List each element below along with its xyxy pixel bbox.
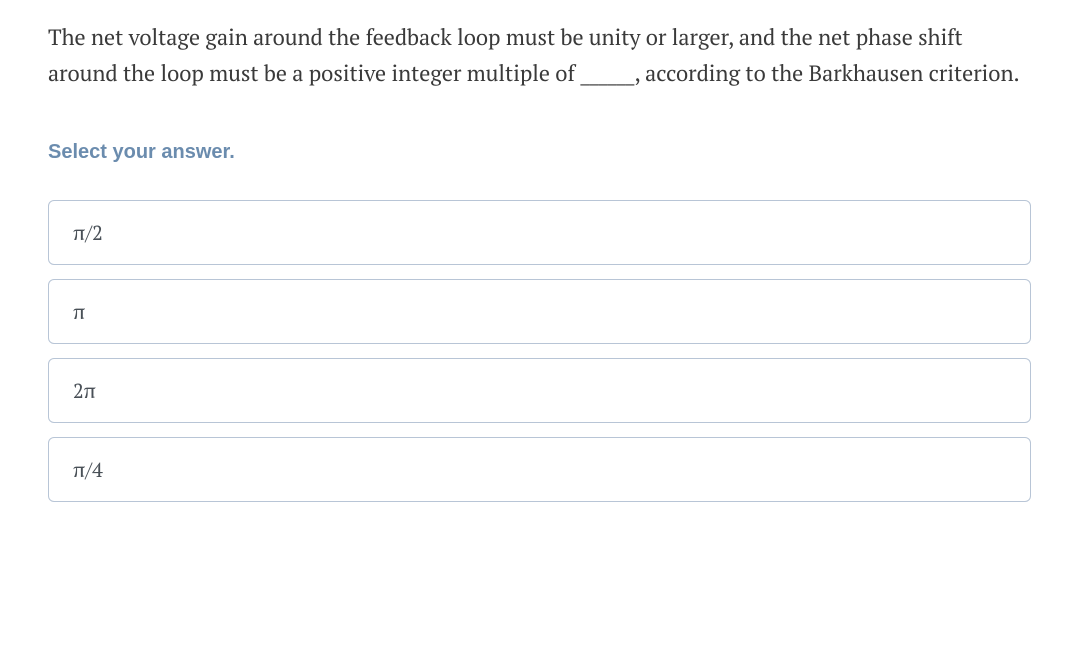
select-answer-prompt: Select your answer.: [48, 141, 1031, 164]
option-2[interactable]: π: [48, 279, 1031, 344]
option-4[interactable]: π/4: [48, 437, 1031, 502]
options-container: π/2 π 2π π/4: [48, 200, 1031, 502]
option-3[interactable]: 2π: [48, 358, 1031, 423]
option-1[interactable]: π/2: [48, 200, 1031, 265]
question-text: The net voltage gain around the feedback…: [48, 20, 1031, 93]
